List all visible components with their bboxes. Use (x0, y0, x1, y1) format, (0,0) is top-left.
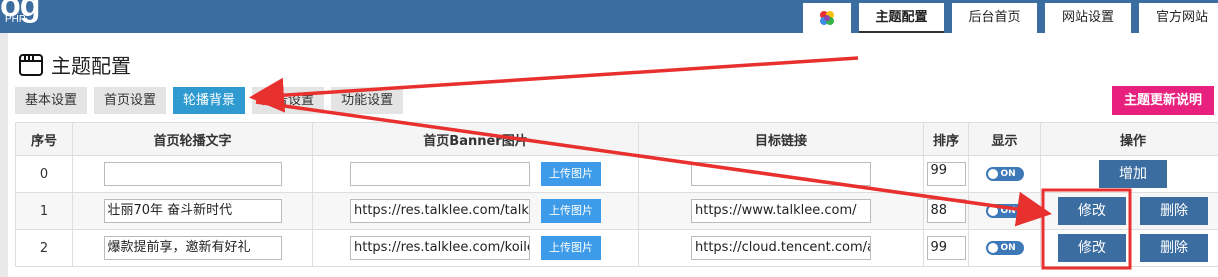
target-link-input[interactable]: https://cloud.tencent.com/act (691, 236, 871, 260)
display-toggle[interactable]: ON (985, 241, 1024, 255)
upload-image-button[interactable]: 上传图片 (541, 162, 601, 186)
subtab-carousel[interactable]: 轮播背景 (173, 87, 246, 114)
top-tab-admin-home[interactable]: 后台首页 (952, 3, 1037, 33)
carousel-table: 序号 首页轮播文字 首页Banner图片 目标链接 排序 显示 操作 0 上传图… (15, 122, 1218, 267)
top-tab-theme-config[interactable]: 主题配置 (859, 3, 944, 33)
subtab-home[interactable]: 首页设置 (94, 87, 167, 114)
table-header-row: 序号 首页轮播文字 首页Banner图片 目标链接 排序 显示 操作 (15, 122, 1218, 156)
page-header: 主题配置 (19, 50, 131, 79)
col-header-link: 目标链接 (638, 122, 924, 156)
subtab-features[interactable]: 功能设置 (331, 87, 404, 114)
display-toggle[interactable]: ON (985, 167, 1024, 181)
row-index: 1 (15, 192, 73, 230)
sidebar-edge (0, 33, 8, 277)
top-tab-site-settings[interactable]: 网站设置 (1045, 3, 1131, 33)
col-header-image: 首页Banner图片 (312, 122, 639, 156)
order-input[interactable]: 88 (926, 199, 966, 223)
order-input[interactable]: 99 (926, 162, 966, 186)
theme-update-notes-button[interactable]: 主题更新说明 (1112, 86, 1214, 115)
col-header-display: 显示 (968, 122, 1041, 156)
upload-image-button[interactable]: 上传图片 (541, 199, 601, 223)
edit-button[interactable]: 修改 (1057, 197, 1126, 225)
subtab-basic[interactable]: 基本设置 (15, 87, 88, 114)
top-tab-official-site[interactable]: 官方网站 (1139, 3, 1218, 33)
window-icon (19, 53, 43, 76)
col-header-actions: 操作 (1040, 122, 1218, 156)
row-index: 0 (15, 155, 73, 193)
top-header-bar: og PHP 主题配置 后台首页 网站设置 官方网站 (0, 0, 1218, 33)
top-nav: 主题配置 后台首页 网站设置 官方网站 (803, 3, 1218, 33)
theme-color-icon[interactable] (803, 3, 851, 33)
sub-tabs: 基本设置 首页设置 轮播背景 广告设置 功能设置 (15, 87, 410, 114)
delete-button[interactable]: 删除 (1140, 197, 1209, 225)
delete-button[interactable]: 删除 (1140, 234, 1209, 262)
carousel-text-input[interactable] (103, 162, 282, 186)
add-button[interactable]: 增加 (1099, 160, 1167, 188)
col-header-order: 排序 (923, 122, 969, 156)
edit-button[interactable]: 修改 (1057, 234, 1126, 262)
toggle-label: ON (1000, 169, 1016, 179)
display-toggle[interactable]: ON (985, 204, 1024, 218)
table-row: 0 上传图片 99 ON 增加 (15, 155, 1218, 193)
col-header-text: 首页轮播文字 (72, 122, 313, 156)
toggle-knob (987, 206, 998, 216)
upload-image-button[interactable]: 上传图片 (541, 236, 601, 260)
table-row: 1 壮丽70年 奋斗新时代 https://res.talklee.com/ta… (15, 192, 1218, 230)
banner-image-input[interactable]: https://res.talklee.com/talklee (350, 199, 530, 223)
subtab-ads[interactable]: 广告设置 (252, 87, 325, 114)
target-link-input[interactable]: https://www.talklee.com/ (691, 199, 871, 223)
palette-icon (820, 11, 834, 25)
carousel-text-input[interactable]: 爆款提前享，邀新有好礼 (103, 236, 282, 260)
toggle-knob (987, 169, 998, 179)
banner-image-input[interactable] (350, 162, 530, 186)
page-title: 主题配置 (51, 54, 131, 78)
toggle-knob (987, 243, 998, 253)
table-row: 2 爆款提前享，邀新有好礼 https://res.talklee.com/ko… (15, 229, 1218, 267)
toggle-label: ON (1000, 206, 1016, 216)
row-index: 2 (15, 229, 73, 267)
logo-subtext: PHP (5, 14, 26, 25)
carousel-text-input[interactable]: 壮丽70年 奋斗新时代 (103, 199, 282, 223)
target-link-input[interactable] (691, 162, 871, 186)
order-input[interactable]: 99 (926, 236, 966, 260)
toggle-label: ON (1000, 243, 1016, 253)
banner-image-input[interactable]: https://res.talklee.com/koileo (350, 236, 530, 260)
col-header-index: 序号 (15, 122, 73, 156)
